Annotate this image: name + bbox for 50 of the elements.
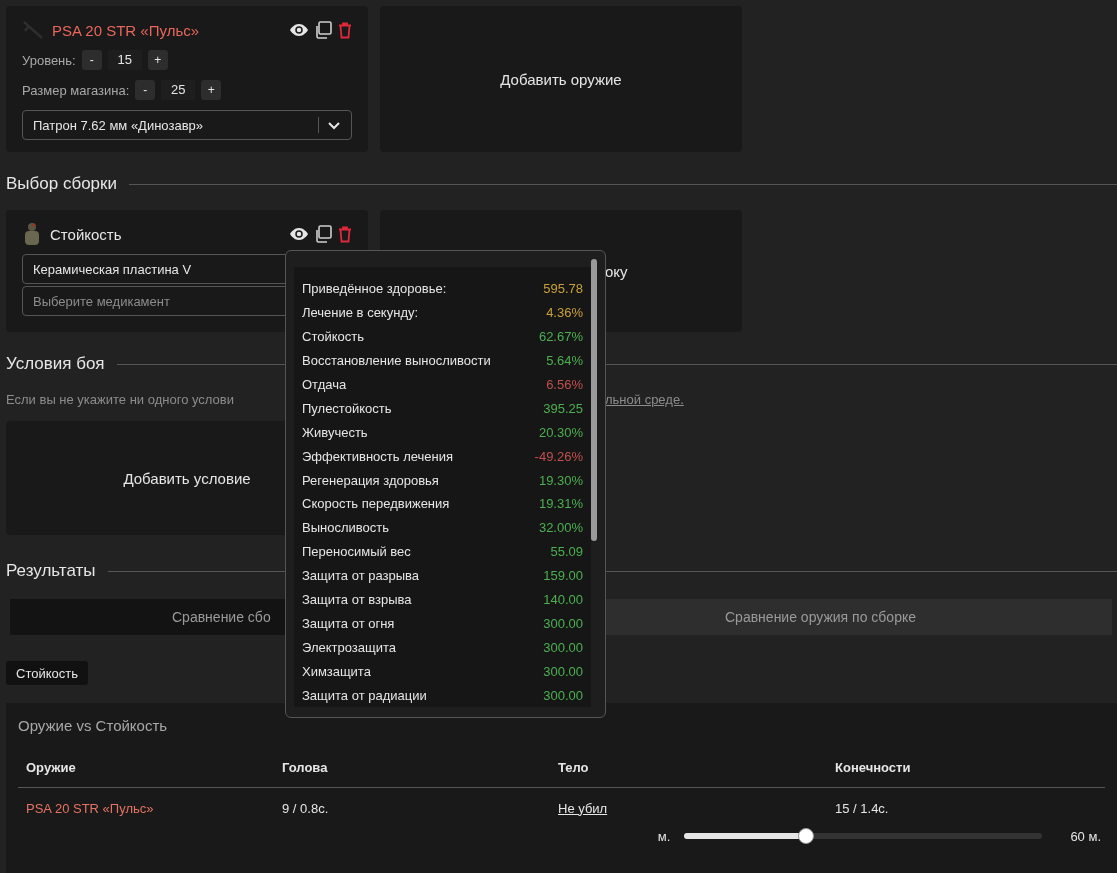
- stepper-value: 25: [161, 80, 196, 100]
- stat-label: Защита от взрыва: [302, 592, 412, 607]
- stat-value: 140.00: [543, 592, 583, 607]
- stat-label: Восстановление выносливости: [302, 353, 491, 369]
- stat-label: Электрозащита: [302, 639, 396, 655]
- stat-label: Отдача: [302, 377, 347, 392]
- stat-label: Стойкость: [302, 329, 364, 345]
- stat-label: Переносимый вес: [302, 544, 411, 560]
- stepper-label: Размер магазина:: [22, 82, 130, 98]
- stat-value: 595.78: [543, 281, 583, 297]
- stat-value: 300.00: [543, 663, 583, 679]
- column-header: Конечности: [835, 760, 912, 775]
- range-min-label: м.: [657, 828, 671, 844]
- stat-label: Живучесть: [302, 424, 368, 440]
- stepper-label: Уровень:: [22, 52, 76, 68]
- column-header: Тело: [558, 760, 590, 775]
- table-title: Оружие vs Стойкость: [18, 717, 168, 734]
- stat-value: 62.67%: [538, 329, 583, 345]
- table-cell-text: 9 / 0.8с.: [282, 800, 330, 816]
- stat-value: -49.26%: [534, 448, 583, 464]
- build-name: Стойкость: [50, 225, 123, 243]
- stat-value: 19.31%: [538, 496, 583, 512]
- stat-label: Химзащита: [302, 663, 371, 679]
- stat-value: 55.09: [550, 544, 583, 560]
- stat-label: Пулестойкость: [302, 400, 392, 416]
- stat-value: 4.36%: [546, 305, 583, 321]
- section-title: Выбор сборки: [6, 174, 117, 194]
- stat-value: 6.56%: [546, 377, 583, 392]
- stat-label: Защита от огня: [302, 615, 395, 631]
- stat-value: 300.00: [543, 687, 583, 703]
- stat-value: 300.00: [543, 639, 583, 655]
- section-title: Условия боя: [6, 354, 105, 374]
- stat-label: Защита от разрыва: [302, 568, 420, 584]
- stat-value: 395.25: [543, 400, 583, 416]
- stat-value: 20.30%: [538, 424, 583, 440]
- column-header: Голова: [282, 760, 329, 775]
- stat-value: 32.00%: [538, 520, 583, 536]
- stat-value: 159.00: [543, 568, 583, 584]
- table-cell-text: 15 / 1.4с.: [835, 800, 890, 816]
- stat-value: 300.00: [543, 615, 583, 631]
- conditions-note: Если вы не укажите ни одного услови: [6, 392, 235, 407]
- stepper-value: 15: [107, 50, 142, 70]
- stat-label: Защита от радиации: [302, 687, 427, 703]
- column-header: Оружие: [26, 760, 77, 775]
- table-cell-text: PSA 20 STR «Пульс»: [26, 800, 155, 816]
- section-title: Результаты: [6, 561, 96, 581]
- stat-value: 5.64%: [546, 353, 583, 369]
- stat-value: 19.30%: [538, 472, 583, 488]
- range-max-label: 60 м.: [1070, 828, 1101, 844]
- weapon-name: PSA 20 STR «Пульс»: [52, 21, 201, 39]
